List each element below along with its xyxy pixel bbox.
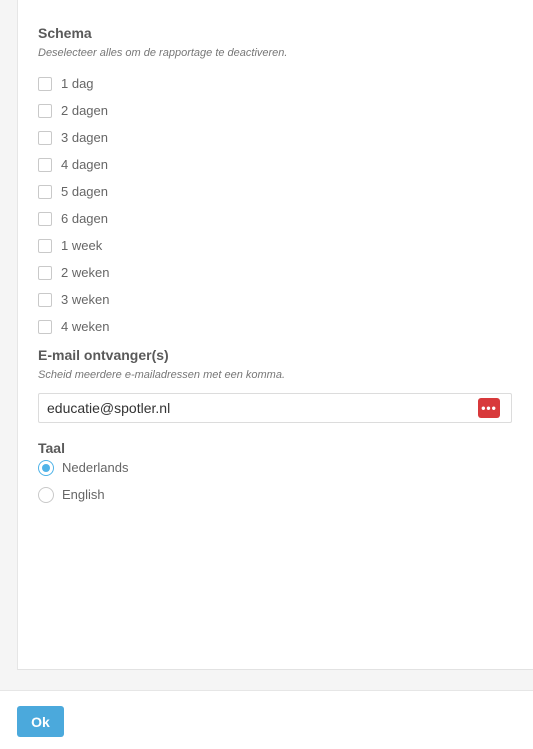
ok-button[interactable]: Ok xyxy=(17,706,64,737)
checkbox-label: 5 dagen xyxy=(61,184,108,199)
radio-label: English xyxy=(62,487,105,502)
radio-label: Nederlands xyxy=(62,460,129,475)
email-hint: Scheid meerdere e-mailadressen met een k… xyxy=(38,369,286,381)
schedule-option-1-week[interactable]: 1 week xyxy=(38,232,109,259)
checkbox[interactable] xyxy=(38,211,52,226)
checkbox[interactable] xyxy=(38,238,52,253)
settings-panel: Schema Deselecteer alles om de rapportag… xyxy=(17,0,533,670)
checkbox[interactable] xyxy=(38,130,52,145)
schedule-option-2-dagen[interactable]: 2 dagen xyxy=(38,97,109,124)
checkbox[interactable] xyxy=(38,292,52,307)
language-option-english[interactable]: English xyxy=(38,481,129,508)
schedule-option-3-weken[interactable]: 3 weken xyxy=(38,286,109,313)
schedule-option-2-weken[interactable]: 2 weken xyxy=(38,259,109,286)
radio-button[interactable] xyxy=(38,486,54,503)
email-title: E-mail ontvanger(s) xyxy=(38,347,169,363)
checkbox-label: 1 week xyxy=(61,238,103,253)
schedule-option-1-dag[interactable]: 1 dag xyxy=(38,70,109,97)
checkbox-label: 4 weken xyxy=(61,319,110,334)
language-options: Nederlands English xyxy=(38,454,129,508)
password-manager-icon[interactable]: ••• xyxy=(478,398,500,418)
checkbox-label: 2 dagen xyxy=(61,103,108,118)
schedule-option-5-dagen[interactable]: 5 dagen xyxy=(38,178,109,205)
schedule-hint: Deselecteer alles om de rapportage te de… xyxy=(38,47,288,59)
language-option-nederlands[interactable]: Nederlands xyxy=(38,454,129,481)
schedule-option-4-dagen[interactable]: 4 dagen xyxy=(38,151,109,178)
schedule-options: 1 dag 2 dagen 3 dagen 4 dagen 5 dagen 6 … xyxy=(38,70,109,340)
checkbox-label: 1 dag xyxy=(61,76,94,91)
checkbox-label: 3 dagen xyxy=(61,130,108,145)
schedule-option-3-dagen[interactable]: 3 dagen xyxy=(38,124,109,151)
checkbox[interactable] xyxy=(38,184,52,199)
checkbox[interactable] xyxy=(38,157,52,172)
checkbox[interactable] xyxy=(38,265,52,280)
checkbox-label: 6 dagen xyxy=(61,211,108,226)
checkbox-label: 3 weken xyxy=(61,292,110,307)
checkbox[interactable] xyxy=(38,76,52,91)
schedule-title: Schema xyxy=(38,25,92,41)
schedule-option-6-dagen[interactable]: 6 dagen xyxy=(38,205,109,232)
checkbox[interactable] xyxy=(38,319,52,334)
footer: Ok xyxy=(0,691,533,749)
schedule-option-4-weken[interactable]: 4 weken xyxy=(38,313,109,340)
checkbox-label: 4 dagen xyxy=(61,157,108,172)
email-input[interactable] xyxy=(39,394,485,422)
checkbox-label: 2 weken xyxy=(61,265,110,280)
radio-button[interactable] xyxy=(38,459,54,476)
checkbox[interactable] xyxy=(38,103,52,118)
email-field: ••• xyxy=(38,393,512,423)
